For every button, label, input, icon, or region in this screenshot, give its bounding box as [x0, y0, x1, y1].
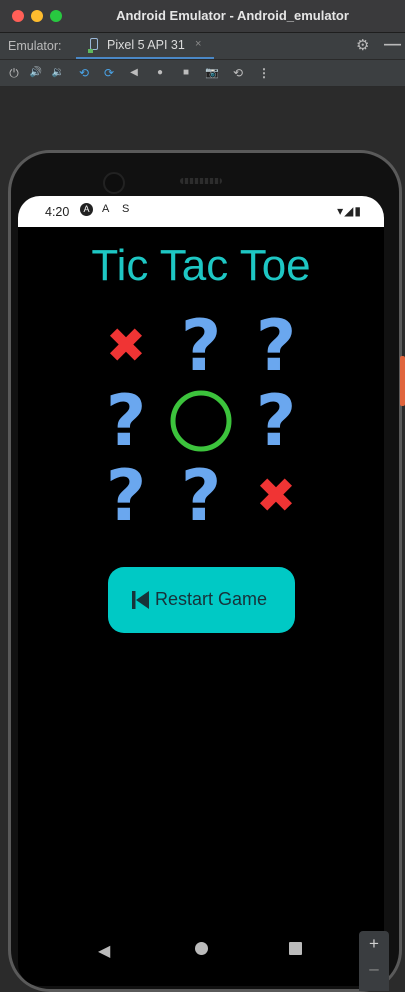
status-bar: 4:20 A A S ▾◢▮: [18, 196, 384, 227]
emulator-tabbar: Emulator: Pixel 5 API 31 × ⚙ —: [0, 33, 405, 60]
hide-panel-icon[interactable]: —: [384, 34, 401, 54]
window-titlebar: Android Emulator - Android_emulator: [0, 0, 405, 33]
device-icon: [88, 38, 98, 53]
speaker-grille: [180, 178, 222, 184]
cell-empty[interactable]: ?: [240, 310, 312, 382]
circle-o-icon: [170, 390, 232, 452]
screenshot-icon[interactable]: 📷: [203, 64, 221, 82]
gear-icon[interactable]: ⚙: [356, 36, 369, 54]
restart-game-button[interactable]: Restart Game: [108, 567, 295, 633]
back-icon[interactable]: ◀: [125, 64, 143, 82]
zoom-in-button[interactable]: +: [359, 934, 389, 954]
side-button[interactable]: [400, 356, 405, 406]
nav-home-icon[interactable]: [195, 942, 208, 955]
home-icon[interactable]: ●: [151, 64, 169, 82]
overview-icon[interactable]: ■: [177, 64, 195, 82]
status-time: 4:20: [45, 205, 70, 219]
device-tab-label: Pixel 5 API 31: [107, 38, 185, 52]
emulator-toolbar: ⏻ 🔊 🔉 ⟲ ⟳ ◀ ● ■ 📷 ⟲ ⋮: [0, 60, 405, 87]
cell-x[interactable]: ✖: [90, 310, 162, 382]
cell-x[interactable]: ✖: [240, 460, 312, 532]
close-tab-icon[interactable]: ×: [195, 38, 201, 50]
volume-up-icon[interactable]: 🔊: [27, 64, 45, 82]
tab-device[interactable]: Pixel 5 API 31 ×: [76, 33, 214, 59]
cell-empty[interactable]: ?: [165, 310, 237, 382]
zoom-panel: + –: [359, 931, 389, 991]
emulator-label: Emulator:: [8, 39, 62, 53]
notification-icon: S: [122, 203, 130, 215]
android-navbar: ◀: [18, 932, 384, 986]
nav-back-icon[interactable]: ◀: [98, 941, 110, 961]
cell-empty[interactable]: ?: [165, 460, 237, 532]
power-icon[interactable]: ⏻: [5, 64, 23, 82]
cell-empty[interactable]: ?: [240, 385, 312, 457]
cell-empty[interactable]: ?: [90, 385, 162, 457]
camera-icon: [103, 172, 125, 194]
snapshot-icon[interactable]: ⟲: [229, 64, 247, 82]
volume-down-icon[interactable]: 🔉: [49, 64, 67, 82]
signal-battery-icon: ▾◢▮: [337, 204, 362, 218]
zoom-out-button[interactable]: –: [359, 959, 389, 979]
restart-label: Restart Game: [155, 589, 268, 609]
notification-icon: A: [80, 203, 93, 216]
skip-previous-icon: [132, 591, 149, 609]
window-title: Android Emulator - Android_emulator: [116, 8, 349, 23]
nav-recents-icon[interactable]: [289, 942, 302, 955]
cell-empty[interactable]: ?: [90, 460, 162, 532]
notification-icon: A: [102, 203, 110, 215]
app-title: Tic Tac Toe: [91, 241, 311, 290]
cell-o[interactable]: [165, 385, 237, 457]
rotate-left-icon[interactable]: ⟲: [75, 64, 93, 82]
phone-screen: 4:20 A A S ▾◢▮ Tic Tac Toe ✖?????? ✖ Rest…: [18, 196, 384, 986]
rotate-right-icon[interactable]: ⟳: [100, 64, 118, 82]
more-icon[interactable]: ⋮: [255, 64, 273, 82]
